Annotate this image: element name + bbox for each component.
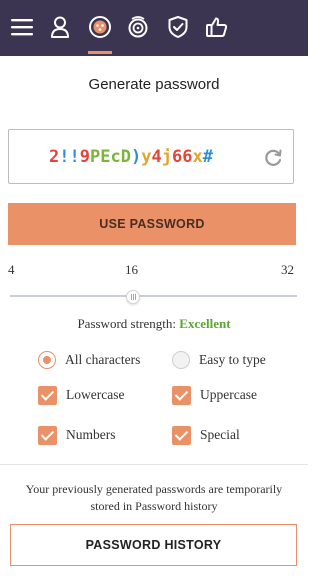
all-characters-radio[interactable] xyxy=(38,351,56,369)
strength-label: Password strength: xyxy=(77,316,177,331)
password-char: ) xyxy=(131,147,142,167)
password-char: ! xyxy=(69,147,80,167)
password-char: c xyxy=(110,147,121,167)
password-char: D xyxy=(120,147,131,167)
all-characters-option[interactable]: All characters xyxy=(38,349,140,371)
password-char: 2 xyxy=(49,147,60,167)
password-char: # xyxy=(202,147,213,167)
length-slider-thumb[interactable] xyxy=(126,290,141,304)
strength-value: Excellent xyxy=(179,316,231,331)
all-characters-label: All characters xyxy=(65,352,141,367)
easy-to-type-label: Easy to type xyxy=(199,352,266,367)
password-char: 6 xyxy=(182,147,193,167)
section-divider xyxy=(0,464,308,465)
slider-min-label: 4 xyxy=(8,262,15,277)
password-char: y xyxy=(141,147,152,167)
generated-password-text: 2!!9PEcD)y4j66x# xyxy=(49,147,213,167)
numbers-label: Numbers xyxy=(66,427,116,442)
top-navigation-bar xyxy=(0,0,308,56)
password-char: 9 xyxy=(79,147,90,167)
special-label: Special xyxy=(200,427,240,442)
length-slider-track[interactable] xyxy=(10,295,297,297)
password-strength: Password strength: Excellent xyxy=(0,316,308,332)
special-option[interactable]: Special xyxy=(172,424,240,446)
uppercase-checkbox[interactable] xyxy=(172,385,191,405)
uppercase-option[interactable]: Uppercase xyxy=(172,384,257,406)
slider-value-label: 16 xyxy=(125,262,138,277)
numbers-checkbox[interactable] xyxy=(38,425,57,445)
fingerprint-scan-icon[interactable] xyxy=(123,12,153,42)
password-char: 4 xyxy=(151,147,162,167)
uppercase-label: Uppercase xyxy=(200,387,257,402)
use-password-button[interactable]: USE PASSWORD xyxy=(8,203,296,245)
numbers-option[interactable]: Numbers xyxy=(38,424,116,446)
password-char: x xyxy=(192,147,203,167)
password-char: ! xyxy=(59,147,70,167)
password-history-button[interactable]: PASSWORD HISTORY xyxy=(10,524,297,566)
password-char: E xyxy=(100,147,111,167)
hamburger-menu-icon[interactable] xyxy=(7,12,37,42)
page-title: Generate password xyxy=(88,76,220,93)
easy-to-type-option[interactable]: Easy to type xyxy=(172,349,266,371)
generated-password-field[interactable]: 2!!9PEcD)y4j66x# xyxy=(8,129,294,184)
password-char: P xyxy=(90,147,101,167)
active-tab-indicator xyxy=(88,51,112,54)
lowercase-checkbox[interactable] xyxy=(38,385,57,405)
password-char: 6 xyxy=(172,147,183,167)
special-checkbox[interactable] xyxy=(172,425,191,445)
history-note: Your previously generated passwords are … xyxy=(25,482,283,513)
password-char: j xyxy=(161,147,172,167)
regenerate-password-icon[interactable] xyxy=(263,148,283,168)
thumbs-up-icon[interactable] xyxy=(202,12,232,42)
easy-to-type-radio[interactable] xyxy=(172,351,190,369)
slider-max-label: 32 xyxy=(281,262,294,277)
shield-icon[interactable] xyxy=(163,12,193,42)
lowercase-label: Lowercase xyxy=(66,387,125,402)
password-generator-icon[interactable] xyxy=(85,12,115,42)
lowercase-option[interactable]: Lowercase xyxy=(38,384,124,406)
user-icon[interactable] xyxy=(45,12,75,42)
